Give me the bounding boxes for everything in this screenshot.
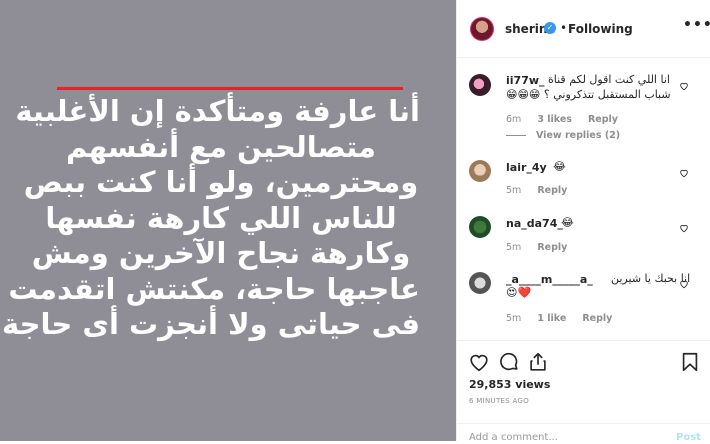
bookmark-icon[interactable] [679,351,701,373]
comment-meta: 5m Reply [506,242,580,253]
heart-icon[interactable] [679,223,689,233]
quote-line: ومحترمين، ولو أنا كنت ببص [23,165,419,199]
post-view: أنا عارفة ومتأكدة إن الأغلبية متصالحين م… [0,0,710,443]
like-heart-icon[interactable] [468,351,490,373]
post-button[interactable]: Post [676,432,701,443]
following-button[interactable]: Following [568,22,633,36]
more-icon[interactable]: ••• [683,17,710,33]
comment-likes[interactable]: 1 like [537,313,566,324]
heart-icon[interactable] [679,168,689,178]
reply-button[interactable]: Reply [588,114,618,125]
comment-text: 😂 [561,216,574,229]
view-count[interactable]: 29,853 views [469,378,550,391]
comment-time: 5m [506,313,522,324]
red-divider [57,87,403,90]
separator-dot: • [560,21,568,35]
quote-line: متصالحين مع أنفسهم [65,129,377,164]
share-icon[interactable] [527,351,549,373]
comment-time: 6m [506,114,522,125]
commenter-avatar[interactable] [469,272,491,294]
quote-text: أنا عارفة ومتأكدة إن الأغلبية متصالحين م… [2,94,420,343]
post-timestamp: 6 MINUTES AGO [469,397,530,405]
comment-username[interactable]: _a____m_____a_ [506,273,593,286]
comment-likes[interactable]: 3 likes [537,114,572,125]
quote-line: للناس اللي كارهة نفسها [45,200,397,235]
heart-icon[interactable] [679,279,689,289]
comment-icon[interactable] [498,351,520,373]
comment-username[interactable]: na_da74_ [506,217,563,230]
comment-username[interactable]: lair_4y [506,161,547,174]
verified-icon: ✓ [544,22,556,34]
comment-text-line2: شباب المستقبل تتذكروني ؟ 😁😁😁 [506,88,671,101]
comment-meta: 5m 1 like Reply [506,313,625,324]
heart-icon[interactable] [679,81,689,91]
view-replies[interactable]: View replies (2) [506,130,620,141]
view-replies-label[interactable]: View replies (2) [536,130,620,141]
comment-item: lair_4y 😂 5m Reply [457,148,710,200]
commenter-avatar[interactable] [469,160,491,182]
side-panel: sherine ✓ • Following ••• ii77w_ انا الل… [456,0,710,443]
comment-meta: 5m Reply [506,185,580,196]
comment-meta: 6m 3 likes Reply [506,114,631,125]
commenter-avatar[interactable] [469,216,491,238]
reply-button[interactable]: Reply [582,313,612,324]
comment-time: 5m [506,185,522,196]
post-header: sherine ✓ • Following ••• [457,0,710,58]
comment-item: ii77w_ انا اللي كنت اقول لكم قناة شباب ا… [457,58,710,148]
author-avatar[interactable] [470,17,494,41]
comment-item: _a____m_____a_ انا بحبك يا شيرين 😍❤️ 5m … [457,260,710,332]
commenter-avatar[interactable] [469,74,491,96]
quote-line: وكارهة نجاح الآخرين ومش [31,236,411,270]
reply-button[interactable]: Reply [537,185,567,196]
quote-line: عاجبها حاجة، مكنتش اتقدمت [8,271,420,306]
comment-username[interactable]: ii77w_ [506,74,545,87]
comment-item: na_da74_ 😂 5m Reply [457,204,710,256]
comment-text: انا اللي كنت اقول لكم قناة [548,73,670,86]
post-image[interactable]: أنا عارفة ومتأكدة إن الأغلبية متصالحين م… [0,0,456,441]
comment-input[interactable] [469,432,659,443]
comment-text: 😂 [553,160,566,173]
quote-line: فى حياتى ولا أنجزت أى حاجة [2,307,420,341]
post-actions: 29,853 views 6 MINUTES AGO Post [457,340,710,443]
comment-text-line2: 😍❤️ [506,286,532,299]
comment-time: 5m [506,242,522,253]
quote-line: أنا عارفة ومتأكدة إن الأغلبية [15,94,420,128]
replies-line [506,135,526,136]
reply-button[interactable]: Reply [537,242,567,253]
